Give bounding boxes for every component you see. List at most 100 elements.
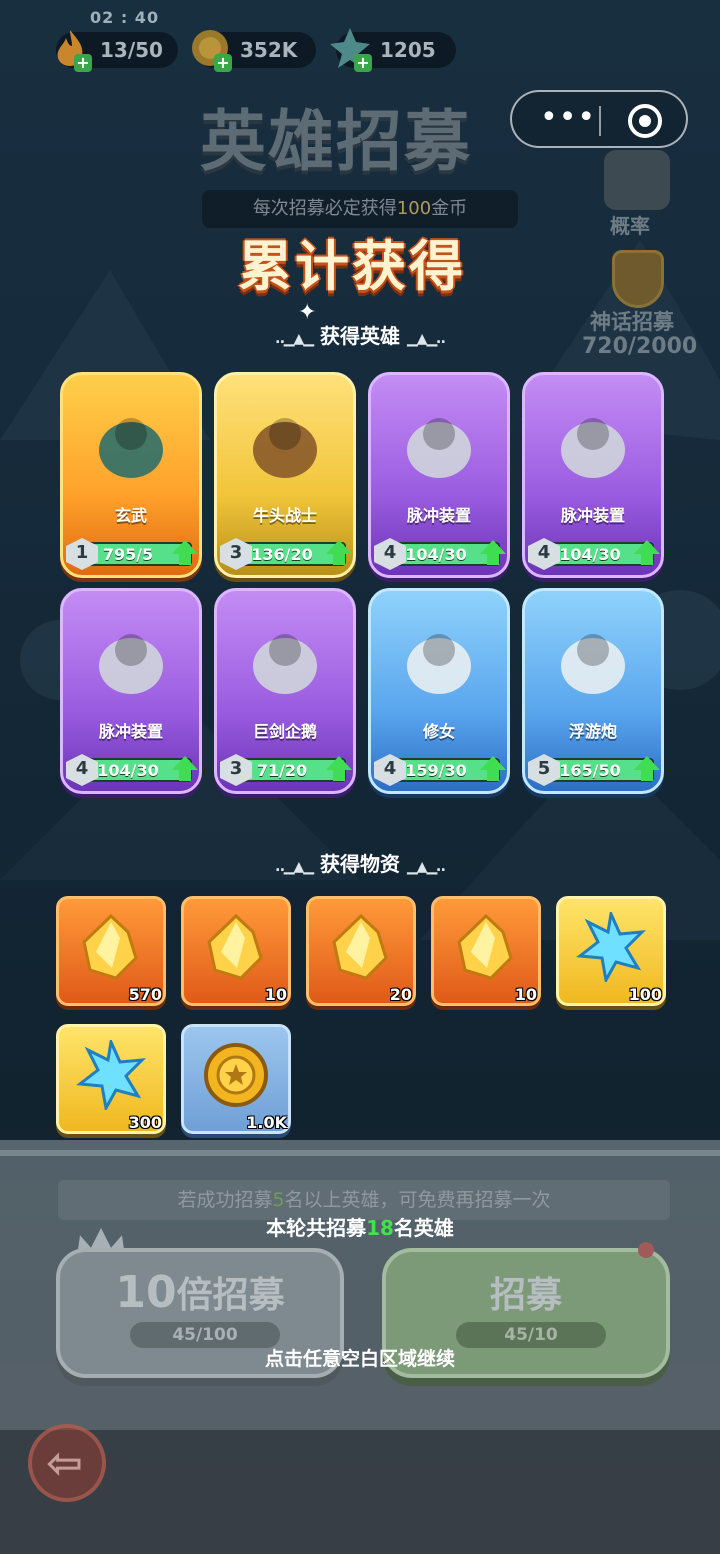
close-miniprogram-icon[interactable]	[628, 104, 662, 138]
hero-name: 玄武	[114, 506, 147, 525]
header-deco-right: ▁▲▁‥	[406, 859, 446, 875]
heroes-section-header: ‥▁▲▁ 获得英雄 ▁▲▁‥	[245, 320, 475, 349]
hero-name: 浮游炮	[568, 722, 617, 741]
item-tile[interactable]: 20	[306, 896, 416, 1006]
hero-card[interactable]: 巨剑企鹅 71/20 3	[214, 588, 356, 794]
item-quantity: 10	[514, 985, 537, 1004]
blue-snowflake-crystal-icon	[76, 1040, 146, 1110]
ten-recruit-label: 10倍招募	[60, 1266, 340, 1318]
hero-name: 修女	[422, 722, 455, 741]
hero-level: 5	[537, 758, 551, 779]
hero-level: 1	[75, 542, 89, 563]
blue-snowflake-crystal-icon	[576, 912, 646, 982]
hero-portrait-icon	[253, 634, 317, 694]
add-energy-icon[interactable]: +	[74, 54, 92, 72]
round-count: 18	[366, 1216, 394, 1240]
energy-value: 13/50	[100, 38, 163, 62]
hero-level: 4	[383, 758, 397, 779]
item-quantity: 20	[389, 985, 412, 1004]
hero-name: 脉冲装置	[560, 506, 625, 525]
resource-crystal[interactable]: + 1205	[330, 28, 456, 72]
results-title: 累计获得	[238, 235, 466, 298]
round-summary: 本轮共招募18名英雄	[0, 1212, 720, 1241]
notification-dot	[638, 1242, 654, 1258]
hero-level: 4	[383, 542, 397, 563]
gold-crystal-icon	[332, 913, 388, 980]
hero-portrait-icon	[407, 418, 471, 478]
hero-level: 4	[537, 542, 551, 563]
add-crystal-icon[interactable]: +	[354, 54, 372, 72]
probability-document-icon[interactable]	[604, 150, 670, 210]
hero-name: 巨剑企鹅	[252, 722, 317, 741]
subtitle-number: 100	[396, 198, 432, 219]
round-post: 名英雄	[393, 1216, 454, 1240]
upgrade-arrow-icon	[172, 540, 198, 565]
hero-card[interactable]: 牛头战士 136/20 3	[214, 372, 356, 578]
subtitle-pre: 每次招募必定获得	[252, 198, 397, 219]
back-arrow-icon: ⇦	[46, 1438, 83, 1489]
items-section-label: 获得物资	[320, 852, 400, 876]
round-pre: 本轮共招募	[266, 1216, 367, 1240]
item-tile[interactable]: 10	[181, 896, 291, 1006]
item-tile[interactable]: 570	[56, 896, 166, 1006]
hero-level: 3	[229, 542, 243, 563]
subtitle-post: 金币	[431, 198, 468, 219]
hero-portrait-icon	[561, 634, 625, 694]
hero-card[interactable]: 玄武 795/5 1	[60, 372, 202, 578]
upgrade-arrow-icon	[634, 540, 660, 565]
gold-value: 352K	[240, 38, 298, 62]
hero-card[interactable]: 脉冲装置 104/30 4	[60, 588, 202, 794]
item-tile[interactable]: 1.0K	[181, 1024, 291, 1134]
hero-card[interactable]: 脉冲装置 104/30 4	[522, 372, 664, 578]
ten-recruit-number: 10	[115, 1267, 177, 1318]
hero-portrait-icon	[253, 418, 317, 478]
item-quantity: 100	[628, 985, 662, 1004]
hero-name: 脉冲装置	[406, 506, 471, 525]
item-tile[interactable]: 10	[431, 896, 541, 1006]
add-gold-icon[interactable]: +	[214, 54, 232, 72]
hero-card[interactable]: 修女 159/30 4	[368, 588, 510, 794]
resource-gold[interactable]: + 352K	[192, 30, 316, 72]
tip-pre: 若成功招募	[177, 1189, 273, 1211]
heroes-section-label: 获得英雄	[320, 324, 400, 348]
page-title: 英雄招募	[200, 103, 472, 180]
gold-crystal-icon	[207, 913, 263, 980]
hero-portrait-icon	[99, 634, 163, 694]
myth-recruit-label[interactable]: 神话招募	[590, 306, 674, 336]
tip-number: 5	[272, 1189, 285, 1211]
upgrade-arrow-icon	[326, 756, 352, 781]
recruit-label: 招募	[489, 1275, 562, 1316]
upgrade-arrow-icon	[172, 756, 198, 781]
ten-recruit-text: 倍招募	[176, 1275, 285, 1316]
footer-strip	[0, 1430, 720, 1554]
item-quantity: 1.0K	[246, 1113, 287, 1132]
gold-crystal-icon	[82, 913, 138, 980]
tip-post: 名以上英雄，可免费再招募一次	[284, 1189, 551, 1211]
status-time: 02 : 40	[90, 8, 160, 27]
hero-card[interactable]: 脉冲装置 104/30 4	[368, 372, 510, 578]
items-section-header: ‥▁▲▁ 获得物资 ▁▲▁‥	[245, 848, 475, 877]
hero-card[interactable]: 浮游炮 165/50 5	[522, 588, 664, 794]
item-quantity: 10	[264, 985, 287, 1004]
myth-recruit-shield-icon[interactable]	[612, 250, 664, 308]
item-quantity: 570	[128, 985, 162, 1004]
upgrade-arrow-icon	[480, 540, 506, 565]
hero-portrait-icon	[561, 418, 625, 478]
more-icon[interactable]: •••	[540, 103, 596, 133]
header-deco-left: ‥▁▲▁	[275, 859, 314, 875]
hero-level: 4	[75, 758, 89, 779]
item-quantity: 300	[128, 1113, 162, 1132]
probability-label[interactable]: 概率	[610, 210, 650, 239]
upgrade-arrow-icon	[326, 540, 352, 565]
item-tile[interactable]: 300	[56, 1024, 166, 1134]
myth-recruit-count: 720/2000	[582, 334, 698, 359]
back-button[interactable]: ⇦	[28, 1424, 106, 1502]
item-tile[interactable]: 100	[556, 896, 666, 1006]
upgrade-arrow-icon	[480, 756, 506, 781]
hero-portrait-icon	[99, 418, 163, 478]
resource-energy[interactable]: + 13/50	[56, 30, 178, 72]
hero-name: 脉冲装置	[98, 722, 163, 741]
header-deco-left: ‥▁▲▁	[275, 331, 314, 347]
crystal-value: 1205	[380, 38, 436, 62]
continue-hint[interactable]: 点击任意空白区域继续	[0, 1344, 720, 1371]
